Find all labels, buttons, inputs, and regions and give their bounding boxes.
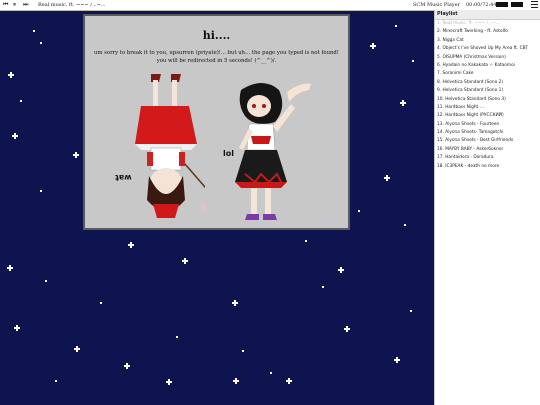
playlist-item[interactable]: 11. Hardbass Night..... [435,104,540,112]
star [100,302,102,304]
next-track-icon[interactable]: ⏭ [23,1,28,8]
star [400,100,406,106]
star [344,326,350,332]
playlist-heading: Playlist [435,10,540,20]
star [8,72,14,78]
volume-bar[interactable] [496,2,508,7]
star [73,152,79,158]
menu-icon[interactable] [531,1,538,8]
playlist-item[interactable]: 10. Helvetica Standard (Sono 3) [435,96,540,104]
not-found-message: um sorry to break it to you, upsurren (p… [94,50,339,64]
playlist-item[interactable]: 4. Object's I've Shoved Up My Area ft. C… [435,45,540,53]
star [338,267,344,273]
star [305,240,307,242]
star [410,310,412,312]
previous-track-icon[interactable]: ⏮ [3,1,8,8]
star [242,350,244,352]
pause-icon[interactable]: ⏸ [13,1,16,8]
star [232,300,238,306]
playlist-item[interactable]: 13. Aiyona Shvets - Fourteen [435,121,540,129]
star [55,380,57,382]
playlist-item[interactable]: 2. Minecraft Twerking - ft. Astolfo [435,28,540,36]
playlist-item[interactable]: 17. Hantaidora - Doradura [435,154,540,162]
playlist-item[interactable]: 15. Aiyona Shvets - Best Girlfriends [435,137,540,145]
star [166,379,172,385]
star [322,286,324,288]
playlist-item[interactable]: 7. Soranimi Cake [435,70,540,78]
volume-bar-2[interactable] [511,2,523,7]
star [394,357,400,363]
star [45,280,47,282]
not-found-box: hi.... um sorry to break it to you, upsu… [83,14,350,230]
box-heading: hi.... [202,29,231,42]
star [384,175,390,181]
star [124,363,130,369]
playlist-item[interactable]: 3. Nigga Cat [435,37,540,45]
playlist-item[interactable]: 12. Hardbass Night (РУССКИЙ) [435,112,540,120]
star [20,100,22,102]
star [270,372,272,374]
star [233,378,239,384]
playlist-item[interactable]: 5. OISUPMA (Christmas Version) [435,54,540,62]
playlist-item[interactable]: 9. Helvetica Standard (Sono 1) [435,87,540,95]
star [182,258,188,264]
playlist-item[interactable]: 18. IC3PEAK - death no more [435,163,540,171]
playback-time: 00:00/72:44 [466,2,497,8]
star [286,378,292,384]
player-title: SCM Music Player [413,2,460,8]
star [358,210,360,212]
current-track-title: Real music. ft. ~~~ / ..~... [38,2,106,8]
star [128,242,134,248]
star [370,43,376,49]
star [12,133,18,139]
star [33,30,35,32]
upside-down-character-image [135,74,205,218]
wat-label: wat [115,173,132,182]
playlist-item[interactable]: 16. MAYBY BABY - Asker6oknor [435,146,540,154]
star [40,42,42,44]
star [176,336,178,338]
anime-girl-character-image [235,83,311,220]
lol-label: lol [223,149,234,158]
star [7,265,13,271]
star [14,325,20,331]
star [40,190,42,192]
playlist-item[interactable]: 1. Real music. ft. ~~~ / ..~... [435,20,540,28]
star [404,224,406,226]
star [74,346,80,352]
playlist-item[interactable]: 8. Helvetica Standard (Sono 2) [435,79,540,87]
playlist-item[interactable]: 6. Hyadain no Kakakata ☆ Kataomoi [435,62,540,70]
star [412,60,414,62]
star [395,25,397,27]
playlist-item[interactable]: 14. Aiyona Shvets- Tamagotchi [435,129,540,137]
playlist-panel: Playlist 1. Real music. ft. ~~~ / ..~...… [434,10,540,405]
